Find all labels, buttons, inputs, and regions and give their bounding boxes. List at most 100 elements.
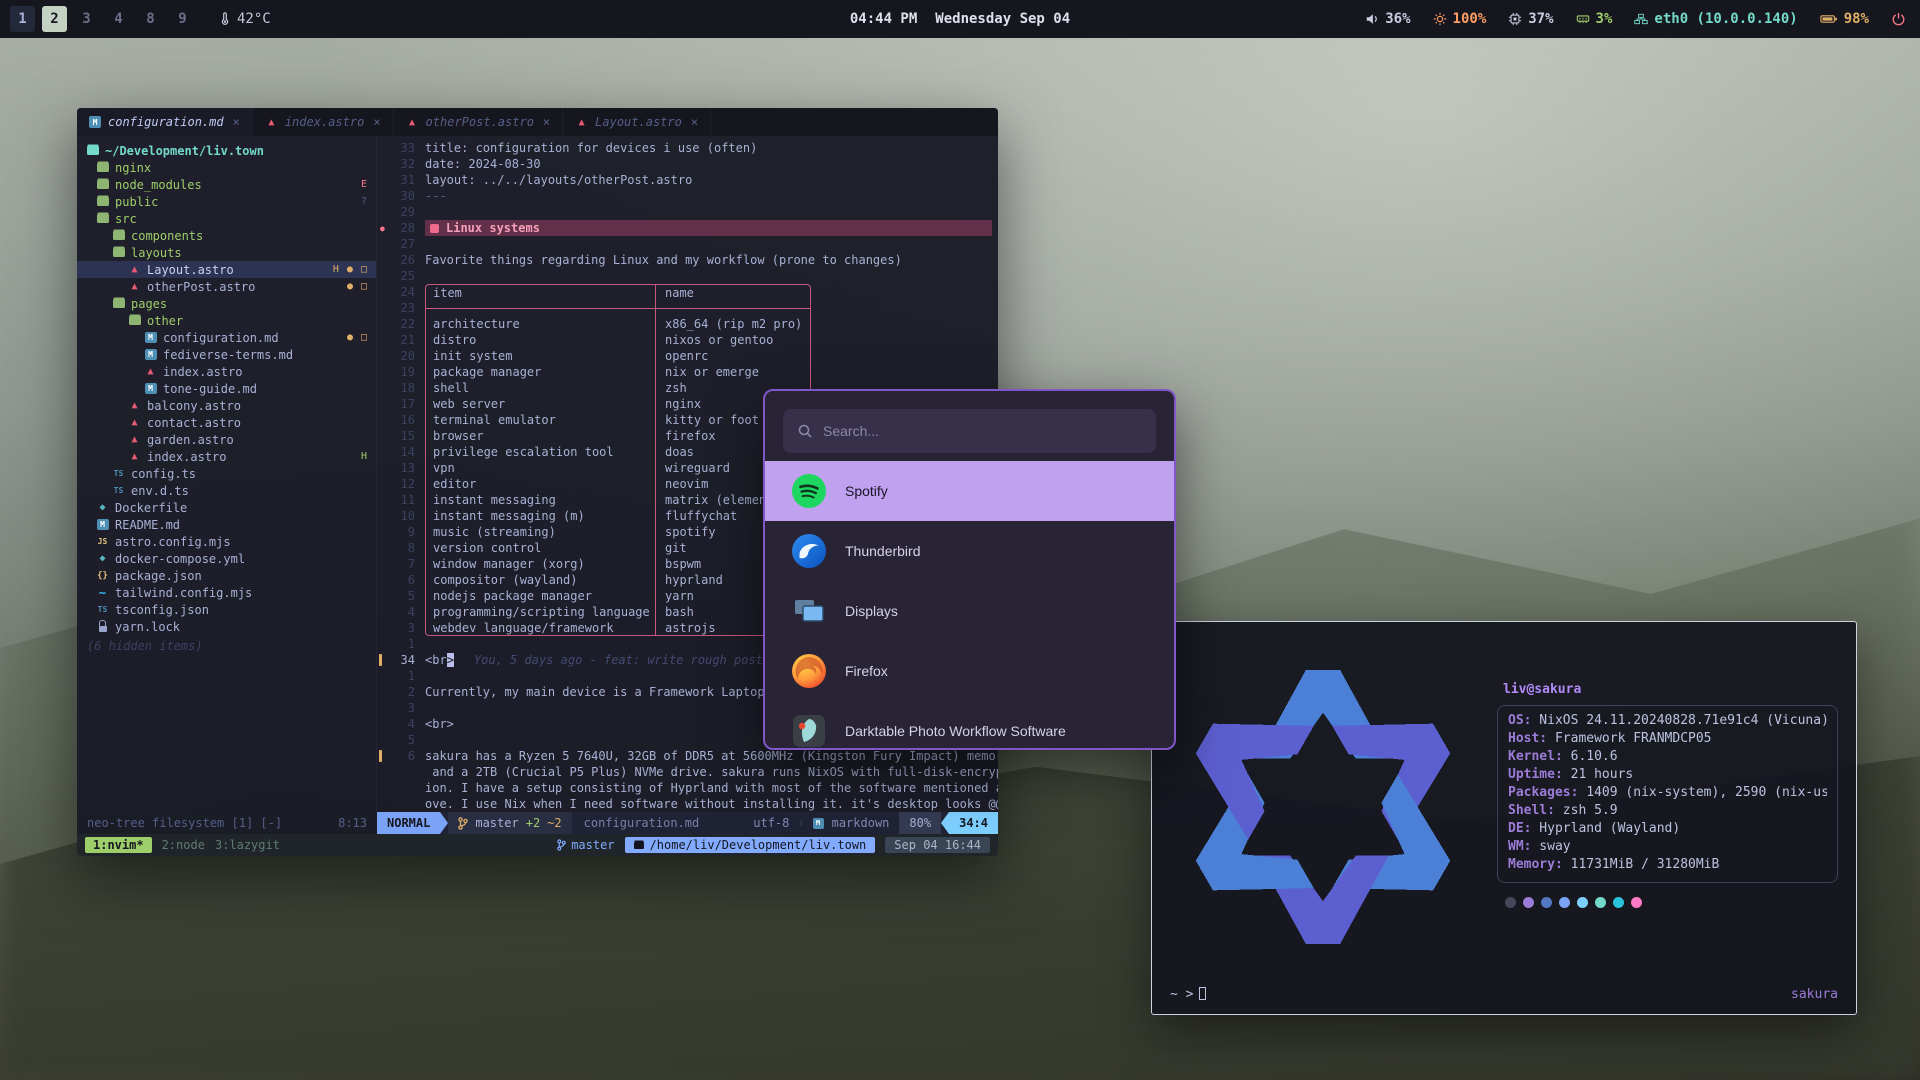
tab-configuration-md[interactable]: configuration.md× — [77, 108, 253, 136]
palette-dot — [1559, 897, 1570, 908]
close-icon[interactable]: × — [233, 115, 240, 129]
tree-item-env-d-ts[interactable]: env.d.ts — [77, 482, 376, 499]
tree-item-public[interactable]: public? — [77, 193, 376, 210]
palette-dot — [1541, 897, 1552, 908]
tree-item-otherpost-astro[interactable]: otherPost.astro● □ — [77, 278, 376, 295]
tree-item-balcony-astro[interactable]: balcony.astro — [77, 397, 376, 414]
table-cell-item: window manager (xorg) — [426, 556, 656, 572]
memory-value: 3% — [1596, 11, 1613, 27]
fetch-key: Host: — [1508, 731, 1547, 746]
cpu-chip-icon — [1508, 12, 1522, 26]
launcher-item-firefox[interactable]: Firefox — [765, 641, 1174, 701]
line-number: 29 — [387, 204, 425, 220]
tree-item-package-json[interactable]: package.json — [77, 567, 376, 584]
workspace-button-4[interactable]: 4 — [106, 6, 131, 32]
workspace-button-2[interactable]: 2 — [42, 6, 67, 32]
line-number: 31 — [387, 172, 425, 188]
fetch-title: liv@sakura — [1503, 682, 1838, 697]
tree-item-yarn-lock[interactable]: yarn.lock — [77, 618, 376, 635]
tree-item-contact-astro[interactable]: contact.astro — [77, 414, 376, 431]
search-input[interactable]: Search... — [783, 409, 1156, 453]
close-icon[interactable]: × — [373, 115, 380, 129]
fetch-key: Packages: — [1508, 785, 1578, 800]
line-number: 28 — [387, 220, 425, 236]
launcher-item-thunderbird[interactable]: Thunderbird — [765, 521, 1174, 581]
tree-item-garden-astro[interactable]: garden.astro — [77, 431, 376, 448]
tree-item-docker-compose-yml[interactable]: docker-compose.yml — [77, 550, 376, 567]
line-number: 3 — [387, 700, 425, 716]
close-icon[interactable]: × — [543, 115, 550, 129]
palette-dot — [1577, 897, 1588, 908]
workspace-button-9[interactable]: 9 — [170, 6, 195, 32]
fetch-value: Framework FRANMDCP05 — [1547, 731, 1711, 746]
astro-file-icon — [406, 116, 419, 129]
tree-item-other[interactable]: other — [77, 312, 376, 329]
folder-icon — [85, 144, 100, 157]
tree-item-tone-guide-md[interactable]: tone-guide.md — [77, 380, 376, 397]
tree-item-tsconfig-json[interactable]: tsconfig.json — [77, 601, 376, 618]
tmux-window-node[interactable]: 2:node — [162, 838, 205, 852]
launcher-item-spotify[interactable]: Spotify — [765, 461, 1174, 521]
tree-item-nginx[interactable]: nginx — [77, 159, 376, 176]
search-icon — [797, 423, 813, 439]
tailwind-file-icon — [95, 586, 110, 599]
tree-item-fediverse-terms-md[interactable]: fediverse-terms.md — [77, 346, 376, 363]
tree-item-pages[interactable]: pages — [77, 295, 376, 312]
line-text: <br> — [425, 716, 454, 732]
line-number: 6 — [387, 748, 425, 764]
editor-line: 31layout: ../../layouts/otherPost.astro — [387, 172, 998, 188]
tree-item-tailwind-config-mjs[interactable]: tailwind.config.mjs — [77, 584, 376, 601]
clock-date: Wednesday Sep 04 — [935, 11, 1070, 27]
thunderbird-icon — [791, 533, 827, 569]
close-icon[interactable]: × — [691, 115, 698, 129]
tree-item-node-modules[interactable]: node_modulesE — [77, 176, 376, 193]
status-bar: 1 2 3 4 8 9 42°C 04:44 PM Wednesday Sep … — [0, 0, 1920, 38]
workspace-button-1[interactable]: 1 — [10, 6, 35, 32]
tab-index-astro[interactable]: index.astro× — [253, 108, 394, 136]
markdown-file-icon — [95, 518, 110, 531]
tmux-window-nvim[interactable]: 1:nvim* — [85, 837, 152, 853]
tree-item-src[interactable]: src — [77, 210, 376, 227]
git-branch-icon — [458, 817, 468, 830]
tab-layout-astro[interactable]: Layout.astro× — [563, 108, 711, 136]
line-number: 4 — [387, 604, 425, 620]
workspace-button-8[interactable]: 8 — [138, 6, 163, 32]
tab-otherpost-astro[interactable]: otherPost.astro× — [394, 108, 564, 136]
tree-item-index-astro[interactable]: index.astro — [77, 363, 376, 380]
tree-item-dockerfile[interactable]: Dockerfile — [77, 499, 376, 516]
cursor-position: 34:4 — [949, 812, 998, 834]
line-number: 5 — [387, 588, 425, 604]
darktable-icon — [791, 713, 827, 749]
table-cell-item: init system — [426, 348, 656, 364]
tree-item-configuration-md[interactable]: configuration.md● □ — [77, 329, 376, 346]
markdown-file-icon — [89, 116, 101, 128]
tmux-git-branch: master — [557, 838, 614, 852]
tree-root[interactable]: ~/Development/liv.town — [77, 142, 376, 159]
table-cell-item: privilege escalation tool — [426, 444, 656, 460]
neo-tree-panel[interactable]: ~/Development/liv.town nginx node_module… — [77, 136, 377, 812]
tmux-window-lazygit[interactable]: 3:lazygit — [215, 838, 280, 852]
launcher-item-displays[interactable]: Displays — [765, 581, 1174, 641]
astro-file-icon — [127, 399, 142, 412]
typescript-file-icon — [111, 484, 126, 497]
tree-item-layout-astro[interactable]: Layout.astroH ● □ — [77, 261, 376, 278]
table-cell-item: terminal emulator — [426, 412, 656, 428]
power-icon[interactable] — [1891, 12, 1906, 27]
workspace-button-3[interactable]: 3 — [74, 6, 99, 32]
tree-item-readme-md[interactable]: README.md — [77, 516, 376, 533]
speaker-icon — [1365, 12, 1379, 26]
tree-badge: ● □ — [347, 332, 376, 343]
editor-line: 6sakura has a Ryzen 5 7640U, 32GB of DDR… — [387, 748, 998, 764]
shell-prompt[interactable]: ~ > — [1170, 987, 1206, 1002]
tree-item-index-astro-pages[interactable]: index.astroH — [77, 448, 376, 465]
tree-item-layouts[interactable]: layouts — [77, 244, 376, 261]
tree-item-components[interactable]: components — [77, 227, 376, 244]
tree-item-config-ts[interactable]: config.ts — [77, 465, 376, 482]
markdown-file-icon — [143, 382, 158, 395]
astro-file-icon — [127, 263, 142, 276]
tree-badge: ● □ — [347, 281, 376, 292]
launcher-item-darktable[interactable]: Darktable Photo Workflow Software — [765, 701, 1174, 750]
table-header-row: 24itemname — [387, 284, 998, 300]
tree-item-astro-config-mjs[interactable]: astro.config.mjs — [77, 533, 376, 550]
power-widget[interactable] — [1891, 12, 1906, 27]
